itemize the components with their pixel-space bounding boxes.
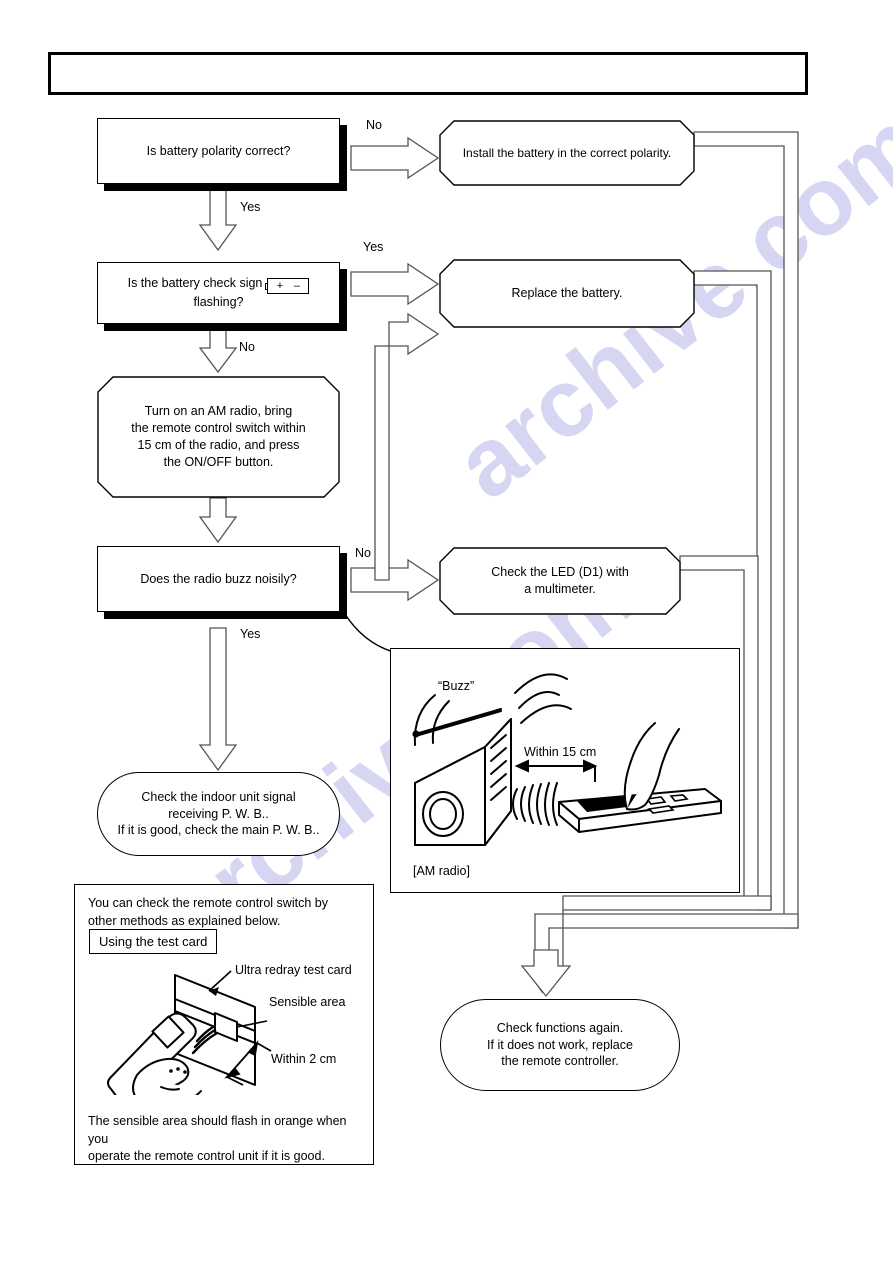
action-replace-battery-label: Replace the battery. <box>511 286 623 301</box>
action-install-battery-label: Install the battery in the correct polar… <box>462 145 672 160</box>
test-card-intro-text: You can check the remote control switch … <box>88 896 328 928</box>
arrow-checksign-no <box>198 329 238 374</box>
pipe-bottom-merge-inner <box>562 895 772 966</box>
branch-label-buzz-yes: Yes <box>240 627 261 641</box>
terminator-check-functions-again: Check functions again. If it does not wo… <box>440 999 680 1091</box>
action-check-led: Check the LED (D1) with a multimeter. <box>439 547 681 615</box>
arrow-polarity-no <box>350 136 440 180</box>
decision-battery-check-sign-text-before: Is the battery check sign <box>127 275 263 290</box>
arrow-checksign-yes <box>350 262 440 306</box>
decision-radio-buzz-label: Does the radio buzz noisily? <box>140 571 297 586</box>
test-card-footer-text: The sensible area should flash in orange… <box>88 1114 347 1163</box>
arrow-polarity-yes <box>198 189 238 252</box>
arrow-buzz-yes <box>198 627 238 772</box>
page-header-text <box>51 55 805 79</box>
battery-icon: + – <box>265 278 310 295</box>
arrow-buzz-no <box>350 558 440 602</box>
pipe-bottom-merge-outer <box>524 913 799 994</box>
am-radio-illustration-panel: Within 15 cm “Buzz” [AM radio] <box>390 648 740 893</box>
battery-minus-sign: – <box>293 279 301 292</box>
decision-battery-polarity-label: Is battery polarity correct? <box>146 143 291 158</box>
decision-battery-check-sign-text-after: flashing? <box>193 295 244 310</box>
am-radio-device-label: [AM radio] <box>413 864 470 878</box>
callout-sensible-area: Sensible area <box>269 995 346 1009</box>
process-am-radio-label: Turn on an AM radio, bring the remote co… <box>131 404 306 469</box>
decision-battery-polarity: Is battery polarity correct? <box>97 118 340 184</box>
action-install-battery: Install the battery in the correct polar… <box>439 120 695 186</box>
terminator-check-functions-again-label: Check functions again. If it does not wo… <box>487 1021 633 1069</box>
test-card-subtitle: Using the test card <box>89 929 218 954</box>
process-am-radio-step: Turn on an AM radio, bring the remote co… <box>97 376 340 498</box>
callout-within-2cm: Within 2 cm <box>271 1052 337 1066</box>
page-header-bar <box>48 52 808 95</box>
decision-battery-check-sign: Is the battery check sign + – flashing? <box>97 262 340 324</box>
battery-plus-sign: + <box>276 279 284 292</box>
pipe-buzz-no-to-replace-battery <box>374 312 440 581</box>
battery-body: + – <box>267 278 310 295</box>
branch-label-checksign-yes: Yes <box>363 240 384 254</box>
test-card-panel: You can check the remote control switch … <box>74 884 374 1165</box>
terminator-check-indoor-pwb: Check the indoor unit signal receiving P… <box>97 772 340 856</box>
branch-label-polarity-yes: Yes <box>240 200 261 214</box>
arrow-to-check-functions <box>520 949 572 998</box>
decision-radio-buzz: Does the radio buzz noisily? <box>97 546 340 612</box>
branch-label-checksign-no: No <box>239 340 255 354</box>
decision-battery-check-sign-label: Is the battery check sign + – flashing? <box>122 275 316 311</box>
branch-label-buzz-no: No <box>355 546 371 560</box>
buzz-sound-label: “Buzz” <box>438 679 475 693</box>
callout-ultra-redray-test-card: Ultra redray test card <box>235 963 352 977</box>
am-radio-distance-label: Within 15 cm <box>524 745 597 759</box>
action-check-led-label: Check the LED (D1) with a multimeter. <box>491 565 629 596</box>
terminator-check-indoor-pwb-label: Check the indoor unit signal receiving P… <box>117 790 320 838</box>
flowchart-page: archive.com archive.com <box>0 0 893 1263</box>
action-replace-battery: Replace the battery. <box>439 259 695 328</box>
branch-label-polarity-no: No <box>366 118 382 132</box>
arrow-amradio-to-buzz <box>198 497 238 544</box>
